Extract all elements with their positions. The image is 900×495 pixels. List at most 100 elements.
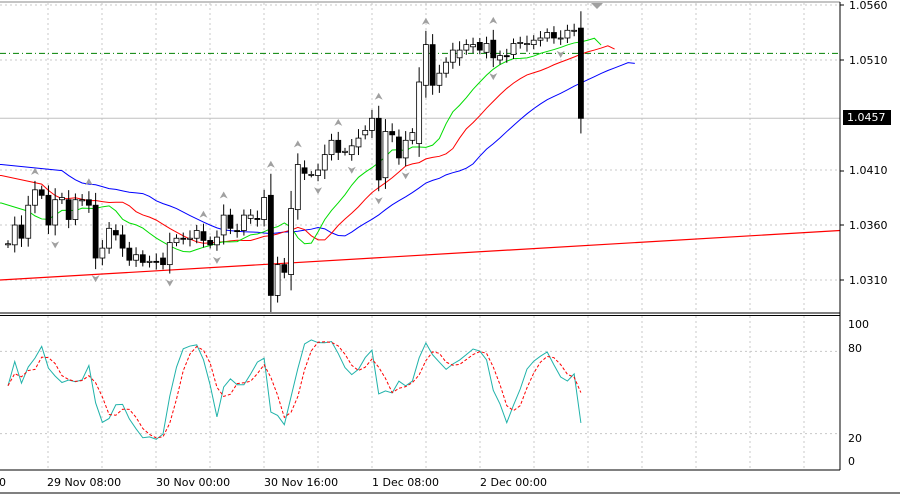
fractal-down-icon [51, 241, 60, 249]
bull-candle [564, 29, 571, 39]
bull-candle [328, 139, 335, 156]
bear-candle [92, 204, 99, 259]
bear-candle [207, 240, 214, 246]
bull-candle [409, 132, 416, 141]
price-axis: 1.0560 1.0510 1.0410 1.0360 1.0310 1.045… [843, 0, 891, 287]
stoch-tick-label: 20 [848, 432, 862, 445]
fractal-down-icon [267, 321, 275, 328]
fractal-down-icon [212, 256, 221, 264]
candles [5, 11, 584, 312]
bear-candle [503, 55, 510, 58]
stoch-tick-label: 0 [848, 455, 855, 468]
fractal-up-icon [374, 92, 383, 100]
fractal-up-icon [199, 210, 208, 218]
time-label: 00 [0, 476, 6, 489]
chart-shift-marker-icon [591, 3, 603, 9]
time-axis: 00 29 Nov 08:00 30 Nov 00:00 30 Nov 16:0… [0, 476, 547, 489]
bear-candle [551, 32, 557, 39]
alligator-lips-line [0, 37, 602, 253]
bull-candle [517, 42, 524, 44]
bull-candle [133, 254, 139, 261]
bull-candle [214, 236, 220, 246]
bear-candle [180, 237, 187, 240]
bull-candle [402, 139, 409, 159]
bull-candle [288, 208, 294, 275]
bull-candle [5, 243, 11, 246]
fractal-up-icon [30, 167, 39, 175]
bull-candle [449, 49, 456, 63]
bull-candle [321, 154, 328, 171]
bull-candle [274, 264, 281, 296]
fractal-down-icon [347, 166, 356, 174]
bull-candle [436, 72, 443, 86]
fractal-down-icon [556, 50, 565, 58]
fractal-down-icon [374, 197, 383, 205]
time-label: 29 Nov 08:00 [47, 476, 121, 489]
bull-candle [52, 199, 59, 226]
bear-candle [267, 194, 274, 296]
bear-candle [490, 39, 497, 59]
bear-candle [38, 189, 45, 196]
grid [0, 3, 840, 470]
bear-candle [45, 194, 52, 226]
time-label: 1 Dec 08:00 [372, 476, 439, 489]
bull-candle [463, 44, 470, 51]
bull-candle [146, 260, 153, 263]
bull-candle [369, 117, 375, 131]
bear-candle [396, 136, 402, 159]
bull-candle [497, 55, 503, 61]
bear-candle [65, 199, 72, 220]
bull-candle [544, 32, 551, 39]
fractal-up-icon [489, 16, 498, 24]
bull-candle [308, 174, 315, 176]
stoch-tick-label: 100 [848, 318, 869, 331]
bear-candle [126, 247, 133, 261]
bull-candle [483, 43, 490, 53]
axes [0, 1, 900, 494]
bull-candle [166, 242, 173, 266]
bull-candle [99, 247, 106, 259]
trading-chart[interactable]: 00 29 Nov 08:00 30 Nov 00:00 30 Nov 16:0… [0, 0, 900, 495]
bear-candle [139, 254, 146, 263]
bear-candle [153, 260, 160, 263]
bull-candle [416, 81, 423, 145]
bear-candle [476, 42, 483, 51]
price-tick-label: 1.0560 [849, 0, 888, 12]
bull-candle [382, 131, 389, 179]
fractal-up-icon [293, 140, 302, 148]
fractal-down-icon [489, 73, 498, 81]
bull-candle [187, 237, 193, 240]
price-tick-label: 1.0360 [849, 219, 888, 232]
bull-candle [510, 43, 517, 55]
stochastic-panel [7, 339, 582, 440]
time-label: 30 Nov 16:00 [264, 476, 338, 489]
stochastic-signal-line [7, 341, 582, 439]
bull-candle [557, 37, 564, 40]
price-tick-label: 1.0310 [849, 274, 888, 287]
bear-candle [254, 218, 261, 220]
fractal-up-icon [219, 191, 228, 199]
bull-candle [59, 197, 65, 201]
bull-candle [173, 237, 180, 244]
stoch-tick-label: 80 [848, 342, 862, 355]
bear-candle [160, 257, 166, 266]
fractal-down-icon [91, 275, 100, 283]
price-tick-label: 1.0410 [849, 164, 888, 177]
stochastic-main-line [7, 339, 582, 440]
bull-candle [530, 39, 537, 46]
bull-candle [11, 224, 18, 246]
bear-candle [234, 230, 241, 233]
bull-candle [79, 199, 86, 202]
fractal-down-icon [165, 279, 174, 287]
bear-candle [335, 139, 342, 153]
bear-candle [375, 117, 382, 181]
bull-candle [470, 44, 476, 48]
bull-candle [348, 145, 355, 156]
bear-candle [389, 131, 396, 136]
bull-candle [193, 230, 200, 239]
price-tick-label: 1.0510 [849, 54, 888, 67]
time-label: 2 Dec 00:00 [480, 476, 547, 489]
bull-candle [72, 199, 79, 220]
alligator-teeth-line [0, 45, 615, 244]
bull-candle [571, 29, 578, 32]
